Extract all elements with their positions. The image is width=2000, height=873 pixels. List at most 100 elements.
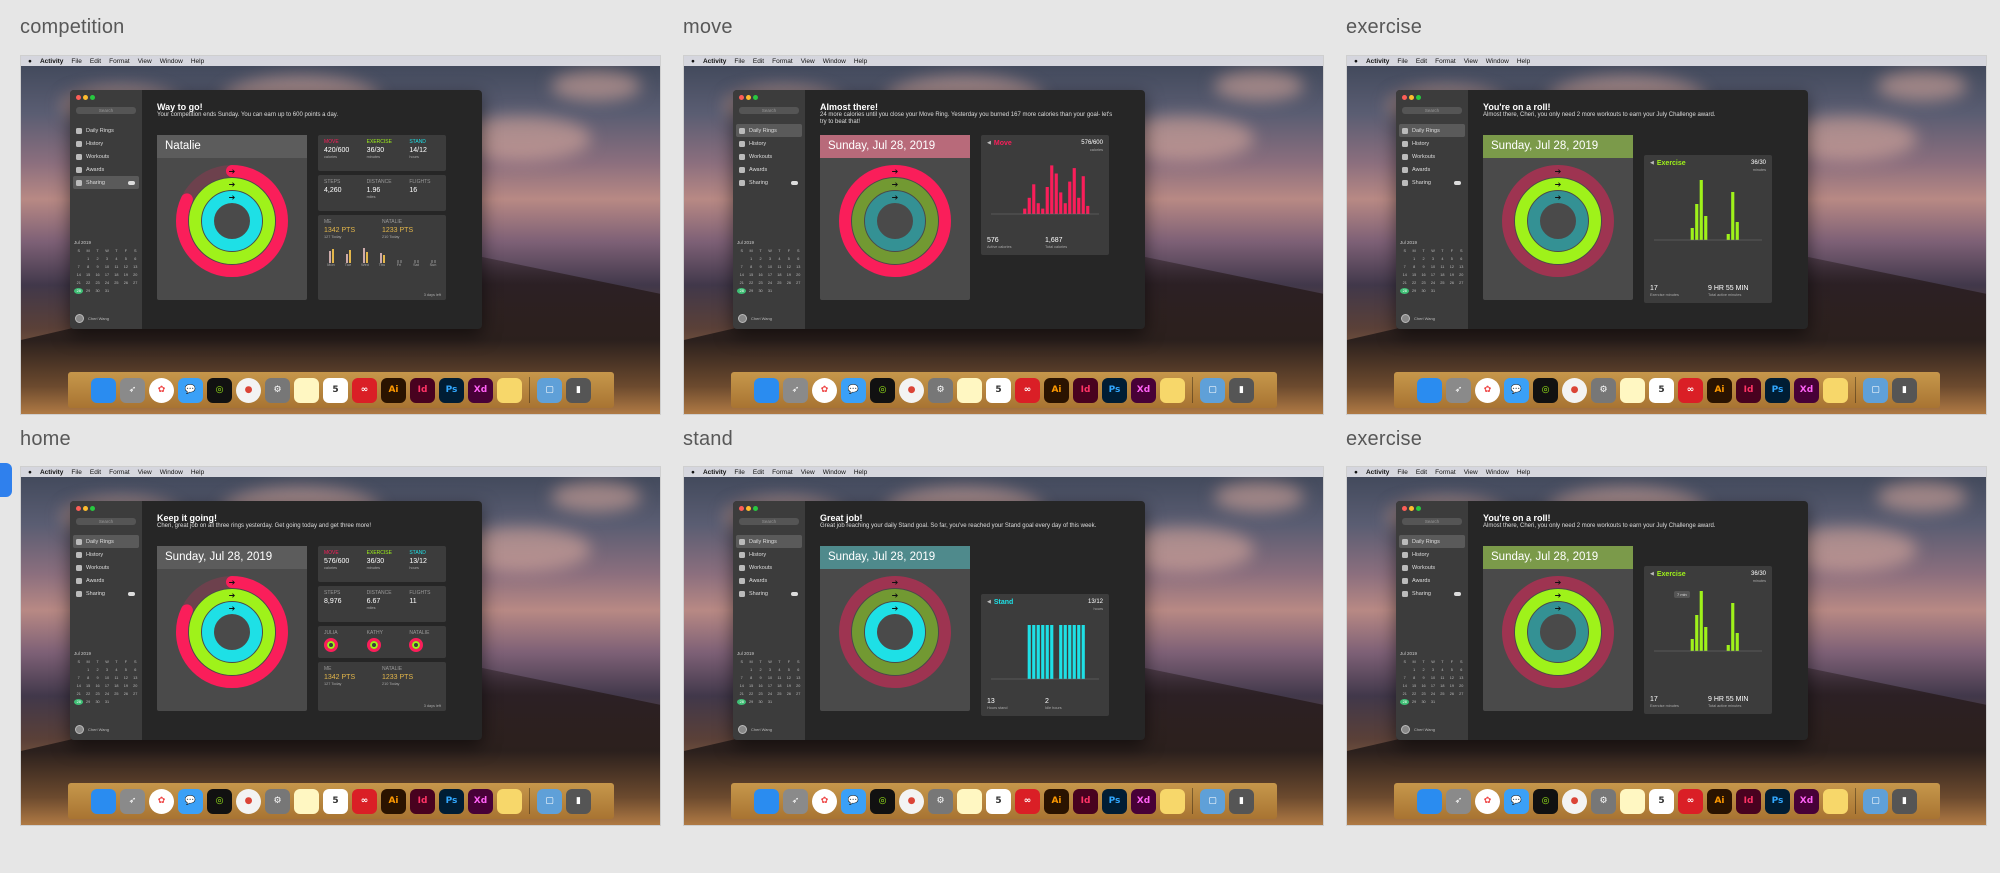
dock-finder-icon[interactable] — [91, 377, 116, 403]
dock-creative-cloud-icon[interactable]: ∞ — [1015, 377, 1040, 403]
dock-photos-icon[interactable]: ✿ — [1475, 788, 1500, 814]
sidebar-item-daily-rings[interactable]: Daily Rings — [1399, 124, 1465, 137]
artboard-exercise[interactable]: ● Activity File Edit Format View Window Help Sea… — [1346, 466, 1987, 826]
zoom-button[interactable] — [1416, 95, 1421, 100]
menu-item-help[interactable]: Help — [854, 58, 867, 65]
calendar-day[interactable]: 8 — [1409, 264, 1418, 270]
dock-activity-icon[interactable]: ◎ — [870, 788, 895, 814]
sharing-toggle[interactable] — [791, 591, 798, 596]
dock-ai-icon[interactable]: Ai — [1044, 377, 1069, 403]
sidebar-item-awards[interactable]: Awards — [73, 574, 139, 587]
sidebar-item-history[interactable]: History — [73, 548, 139, 561]
menu-item-view[interactable]: View — [1464, 58, 1478, 65]
dock-system-preferences-icon[interactable]: ⚙ — [265, 377, 290, 403]
calendar-day[interactable]: 28 — [74, 699, 84, 705]
calendar-day[interactable]: 19 — [1447, 683, 1456, 689]
dock-downloads-icon[interactable]: ▢ — [1200, 788, 1225, 814]
calendar-day[interactable]: 21 — [737, 691, 746, 697]
dock-photos-icon[interactable]: ✿ — [812, 788, 837, 814]
calendar-day[interactable]: 13 — [131, 264, 140, 270]
menu-item-edit[interactable]: Edit — [1416, 58, 1427, 65]
calendar-day[interactable]: 25 — [1438, 691, 1447, 697]
calendar-day[interactable]: 10 — [102, 675, 111, 681]
calendar-day[interactable]: 26 — [784, 280, 793, 286]
menu-item-format[interactable]: Format — [1435, 469, 1456, 476]
minimize-button[interactable] — [83, 95, 88, 100]
calendar-day[interactable]: 7 — [1400, 264, 1409, 270]
frame-label[interactable]: exercise — [1346, 16, 1422, 39]
menu-item-file[interactable]: File — [734, 469, 744, 476]
user-profile[interactable]: Cheri Wang — [738, 725, 772, 734]
calendar-day[interactable]: 20 — [131, 683, 140, 689]
dock-system-preferences-icon[interactable]: ⚙ — [1591, 377, 1616, 403]
calendar-day[interactable]: 8 — [83, 675, 92, 681]
menu-item-window[interactable]: Window — [823, 58, 846, 65]
calendar-day[interactable]: 2 — [1419, 256, 1428, 262]
calendar-day[interactable]: 12 — [784, 675, 793, 681]
calendar-day[interactable]: 13 — [1457, 675, 1466, 681]
dock-xd-icon[interactable]: Xd — [468, 788, 493, 814]
calendar-day[interactable]: 18 — [112, 272, 121, 278]
menu-app-name[interactable]: Activity — [703, 58, 726, 65]
dock-launchpad-icon[interactable]: ➶ — [783, 788, 808, 814]
calendar-day[interactable]: 19 — [784, 683, 793, 689]
calendar-day[interactable] — [1438, 288, 1447, 294]
calendar-day[interactable]: 14 — [74, 683, 83, 689]
calendar-day[interactable]: 5 — [784, 667, 793, 673]
friend-julia[interactable]: JULIA — [318, 626, 361, 658]
sidebar-item-workouts[interactable]: Workouts — [1399, 561, 1465, 574]
menu-item-file[interactable]: File — [1397, 469, 1407, 476]
dock-messages-icon[interactable]: 💬 — [841, 377, 866, 403]
dock-downloads-icon[interactable]: ▢ — [537, 377, 562, 403]
dock-id-icon[interactable]: Id — [410, 377, 435, 403]
calendar-day[interactable]: 1 — [83, 667, 92, 673]
calendar-day[interactable]: 15 — [746, 683, 755, 689]
calendar-day[interactable]: 3 — [1428, 256, 1437, 262]
user-profile[interactable]: Cheri Wang — [1401, 314, 1435, 323]
calendar-day[interactable]: 20 — [1457, 272, 1466, 278]
calendar-day[interactable]: 27 — [794, 280, 803, 286]
dock-launchpad-icon[interactable]: ➶ — [1446, 377, 1471, 403]
dock-chrome-icon[interactable]: ● — [1562, 788, 1587, 814]
sidebar-item-workouts[interactable]: Workouts — [1399, 150, 1465, 163]
calendar-day[interactable]: 2 — [93, 667, 102, 673]
calendar-day[interactable]: 30 — [1419, 288, 1428, 294]
menu-item-view[interactable]: View — [138, 469, 152, 476]
menu-item-format[interactable]: Format — [109, 469, 130, 476]
calendar-day[interactable]: 13 — [794, 675, 803, 681]
dock-stickies-icon[interactable] — [1160, 377, 1185, 403]
sidebar-item-daily-rings[interactable]: Daily Rings — [1399, 535, 1465, 548]
calendar-day[interactable]: 11 — [775, 264, 784, 270]
dock-creative-cloud-icon[interactable]: ∞ — [352, 377, 377, 403]
sidebar-item-awards[interactable]: Awards — [73, 163, 139, 176]
calendar-day[interactable]: 9 — [756, 264, 765, 270]
calendar-day[interactable]: 23 — [1419, 280, 1428, 286]
sidebar-item-awards[interactable]: Awards — [1399, 163, 1465, 176]
back-chevron-icon[interactable]: ◀ — [1650, 160, 1654, 172]
dock-creative-cloud-icon[interactable]: ∞ — [1678, 377, 1703, 403]
dock-ps-icon[interactable]: Ps — [1102, 788, 1127, 814]
calendar-day[interactable]: 3 — [1428, 667, 1437, 673]
calendar-day[interactable]: 7 — [74, 264, 83, 270]
calendar-day[interactable]: 31 — [765, 699, 774, 705]
calendar-day[interactable]: 5 — [121, 667, 130, 673]
calendar-day[interactable]: 15 — [1409, 683, 1418, 689]
menu-item-help[interactable]: Help — [1517, 58, 1530, 65]
dock-creative-cloud-icon[interactable]: ∞ — [1015, 788, 1040, 814]
sidebar-item-daily-rings[interactable]: Daily Rings — [736, 124, 802, 137]
sidebar-item-awards[interactable]: Awards — [736, 163, 802, 176]
calendar-day[interactable]: 31 — [102, 288, 111, 294]
calendar-day[interactable]: 14 — [737, 683, 746, 689]
calendar-day[interactable] — [121, 288, 130, 294]
calendar-day[interactable]: 23 — [756, 691, 765, 697]
frame-label[interactable]: stand — [683, 428, 733, 451]
calendar-day[interactable]: 9 — [756, 675, 765, 681]
calendar-day[interactable] — [1400, 256, 1409, 262]
rings-card[interactable]: Sunday, Jul 28, 2019 ➔ ➔ ➔ — [820, 546, 970, 711]
calendar-day[interactable]: 24 — [765, 280, 774, 286]
zoom-button[interactable] — [753, 506, 758, 511]
dock-chrome-icon[interactable]: ● — [899, 788, 924, 814]
calendar-day[interactable]: 25 — [112, 280, 121, 286]
calendar-day[interactable]: 21 — [1400, 280, 1409, 286]
calendar-day[interactable]: 11 — [1438, 675, 1447, 681]
